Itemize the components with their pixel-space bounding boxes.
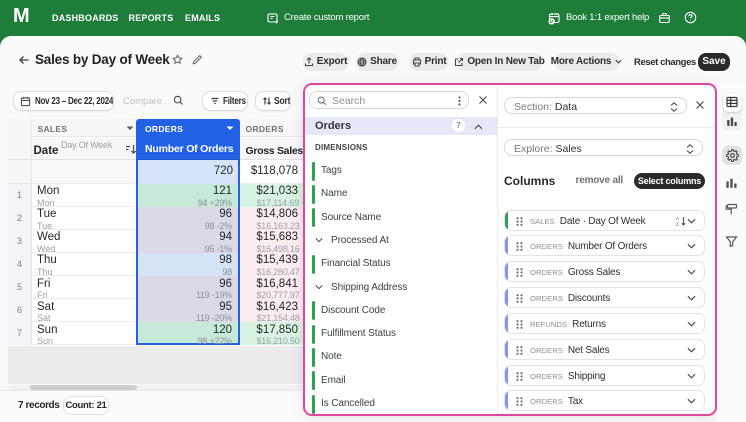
svg-text:A: A: [676, 216, 679, 221]
svg-text:Z: Z: [676, 221, 679, 226]
